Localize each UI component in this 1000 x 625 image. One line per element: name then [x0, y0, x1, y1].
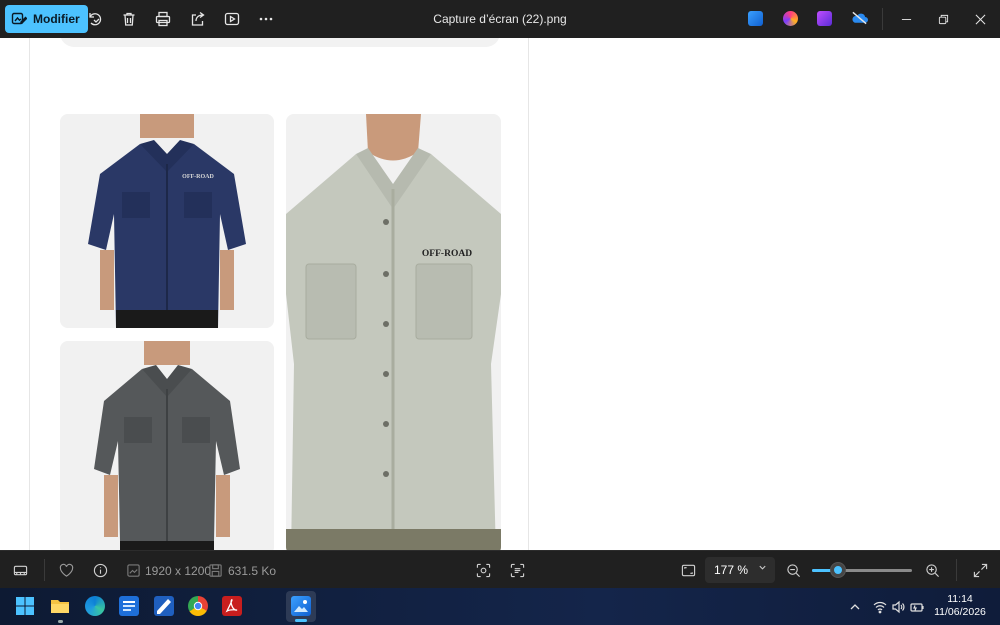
slideshow-icon[interactable]: [222, 9, 242, 29]
onedrive-icon[interactable]: [851, 11, 868, 26]
edit-button[interactable]: Modifier: [5, 5, 88, 33]
chrome-icon[interactable]: [188, 596, 208, 616]
minimize-icon[interactable]: [896, 9, 916, 29]
clock-date: 11/06/2026: [934, 606, 986, 618]
edge-icon[interactable]: [85, 596, 105, 616]
shirt-logo: OFF-ROAD: [182, 174, 214, 180]
fit-to-window-icon[interactable]: [680, 562, 696, 578]
designer-icon[interactable]: [817, 11, 832, 26]
store-icon[interactable]: [119, 596, 139, 616]
page-top-card: [60, 38, 500, 47]
product-image-navy-shirt[interactable]: OFF-ROAD: [60, 114, 274, 328]
image-viewer[interactable]: OFF-ROAD OFF-ROAD: [0, 38, 1000, 550]
divider: [956, 559, 957, 581]
product-image-khaki-shirt[interactable]: OFF-ROAD: [286, 114, 501, 550]
photos-icon[interactable]: [291, 596, 311, 616]
screenshot-page: OFF-ROAD OFF-ROAD: [29, 38, 529, 550]
print-icon[interactable]: [153, 9, 173, 29]
filmstrip-icon[interactable]: [12, 562, 28, 578]
zoom-slider[interactable]: [812, 563, 912, 577]
share-icon[interactable]: [188, 9, 208, 29]
text-scan-icon[interactable]: [509, 562, 525, 578]
fullscreen-icon[interactable]: [972, 562, 988, 578]
app-icon[interactable]: [154, 596, 174, 616]
zoom-out-icon[interactable]: [785, 562, 801, 578]
file-explorer-icon[interactable]: [50, 596, 70, 616]
edit-image-icon: [11, 12, 27, 25]
delete-icon[interactable]: [119, 9, 139, 29]
more-icon[interactable]: [256, 9, 276, 29]
visual-search-icon[interactable]: [475, 562, 491, 578]
clock-time: 11:14: [947, 593, 973, 605]
zoom-level: 177 %: [714, 563, 749, 577]
title-bar: Modifier Capture d’écran (22).png: [0, 0, 1000, 38]
acrobat-icon[interactable]: [222, 596, 242, 616]
status-bar: 1920 x 1200 631.5 Ko 177 %: [0, 550, 1000, 588]
clipchamp-icon[interactable]: [783, 11, 798, 26]
chevron-up-icon[interactable]: [847, 599, 863, 615]
taskbar: 11:14 11/06/2026: [0, 588, 1000, 625]
zoom-select[interactable]: 177 %: [705, 557, 775, 583]
info-icon[interactable]: [92, 562, 108, 578]
photos-editor-icon[interactable]: [748, 11, 763, 26]
product-image-grey-shirt[interactable]: [60, 341, 274, 550]
window-title: Capture d’écran (22).png: [433, 12, 567, 26]
wifi-icon[interactable]: [872, 599, 888, 615]
volume-icon[interactable]: [890, 599, 906, 615]
file-size: 631.5 Ko: [228, 564, 277, 578]
favorite-icon[interactable]: [58, 562, 74, 578]
edit-button-label: Modifier: [33, 12, 80, 26]
battery-icon[interactable]: [909, 599, 925, 615]
clock[interactable]: 11:14 11/06/2026: [930, 593, 990, 619]
shirt-logo: OFF-ROAD: [422, 249, 472, 259]
divider: [882, 8, 883, 30]
running-indicator: [58, 620, 63, 623]
rotate-icon[interactable]: [85, 9, 105, 29]
image-dimensions: 1920 x 1200: [145, 564, 212, 578]
restore-icon[interactable]: [933, 9, 953, 29]
chevron-down-icon: [758, 563, 767, 575]
start-icon[interactable]: [15, 596, 35, 616]
dimensions-icon: [125, 562, 141, 578]
zoom-slider-thumb[interactable]: [831, 563, 845, 577]
active-indicator: [295, 619, 307, 622]
file-size-icon: [207, 562, 223, 578]
divider: [44, 559, 45, 581]
close-icon[interactable]: [970, 9, 990, 29]
zoom-in-icon[interactable]: [924, 562, 940, 578]
